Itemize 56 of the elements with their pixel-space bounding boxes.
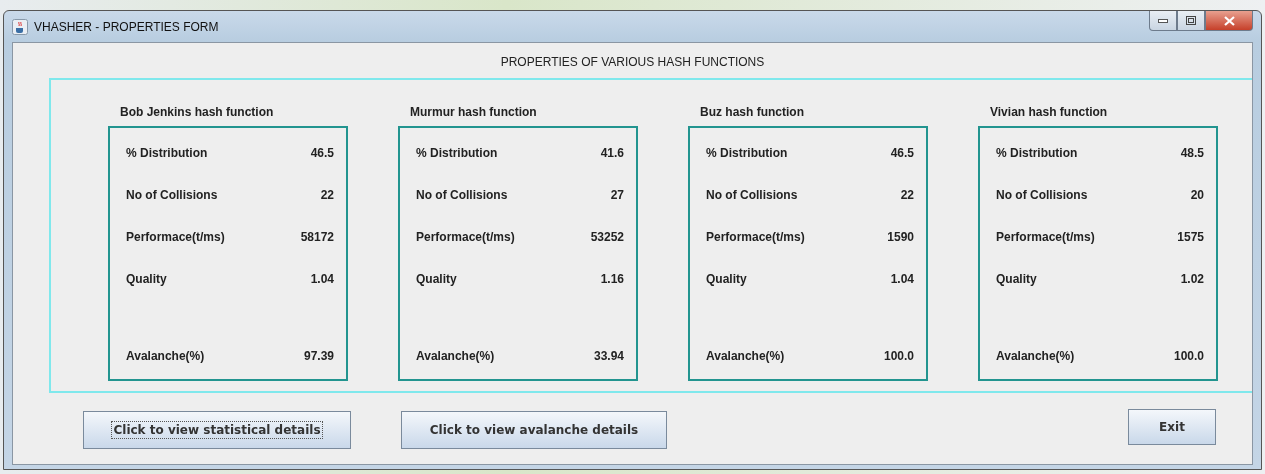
coffee-cup-icon: [12, 18, 28, 35]
property-label: No of Collisions: [416, 188, 508, 202]
property-value: 1590: [887, 230, 914, 244]
property-label: Performace(t/ms): [416, 230, 515, 244]
property-value: 100.0: [883, 349, 914, 363]
form-heading: PROPERTIES OF VARIOUS HASH FUNCTIONS: [499, 55, 766, 69]
property-label: Quality: [416, 272, 457, 286]
exit-button[interactable]: Exit: [1128, 409, 1216, 445]
property-value: 100.0: [1173, 349, 1204, 363]
close-icon: [1223, 15, 1235, 26]
property-label: % Distribution: [706, 146, 788, 160]
group-title: Vivian hash function: [989, 104, 1109, 121]
property-value: 48.5: [1180, 146, 1204, 160]
property-label: Quality: [996, 272, 1037, 286]
minimize-button[interactable]: [1149, 11, 1177, 31]
property-value: 1.16: [600, 272, 624, 286]
property-value: 46.5: [890, 146, 914, 160]
property-value: 53252: [590, 230, 624, 244]
group-title: Murmur hash function: [409, 104, 538, 121]
property-value: 1575: [1177, 230, 1204, 244]
minimize-icon: [1158, 18, 1168, 23]
property-label: No of Collisions: [996, 188, 1088, 202]
property-value: 1.02: [1180, 272, 1204, 286]
details-button[interactable]: Click to view statistical details: [83, 411, 351, 449]
property-value: 1.04: [890, 272, 914, 286]
property-label: % Distribution: [126, 146, 208, 160]
property-label: Avalanche(%): [416, 349, 495, 363]
property-value: 27: [610, 188, 624, 202]
property-value: 46.5: [310, 146, 334, 160]
property-value: 58172: [300, 230, 334, 244]
details-button[interactable]: Click to view avalanche details: [401, 411, 667, 449]
property-value: 33.94: [593, 349, 624, 363]
property-label: Performace(t/ms): [126, 230, 225, 244]
property-label: Avalanche(%): [996, 349, 1075, 363]
property-value: 20: [1190, 188, 1204, 202]
window-title: VHASHER - PROPERTIES FORM: [34, 19, 220, 34]
maximize-icon: [1186, 16, 1196, 25]
property-label: % Distribution: [996, 146, 1078, 160]
property-label: Performace(t/ms): [706, 230, 805, 244]
property-label: No of Collisions: [126, 188, 218, 202]
property-label: Avalanche(%): [706, 349, 785, 363]
group-title: Buz hash function: [699, 104, 805, 121]
maximize-button[interactable]: [1177, 11, 1205, 31]
property-value: 22: [320, 188, 334, 202]
close-button[interactable]: [1205, 11, 1253, 31]
property-value: 97.39: [303, 349, 334, 363]
property-label: Quality: [706, 272, 747, 286]
property-value: 1.04: [310, 272, 334, 286]
group-title: Bob Jenkins hash function: [119, 104, 275, 121]
property-label: Performace(t/ms): [996, 230, 1095, 244]
property-label: Quality: [126, 272, 167, 286]
property-value: 41.6: [600, 146, 624, 160]
property-label: % Distribution: [416, 146, 498, 160]
property-label: Avalanche(%): [126, 349, 205, 363]
property-value: 22: [900, 188, 914, 202]
property-label: No of Collisions: [706, 188, 798, 202]
